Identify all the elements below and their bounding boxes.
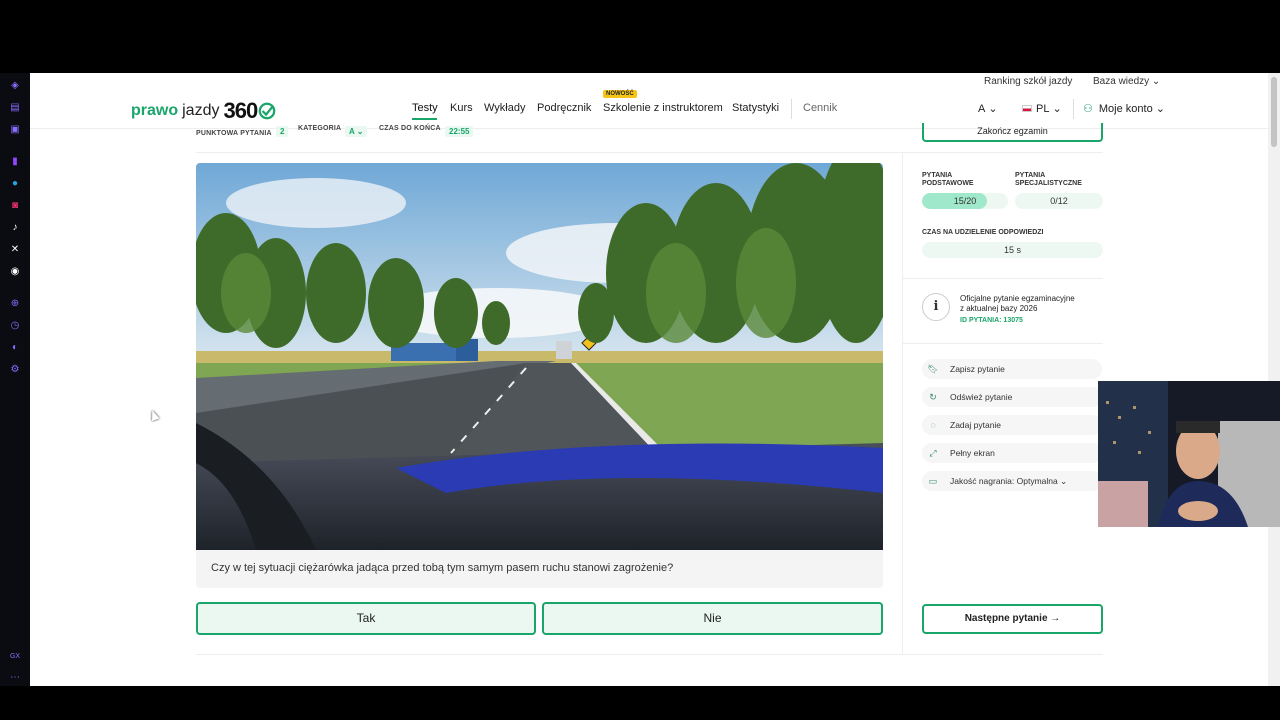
fullscreen-button[interactable]: ⤢ Pełny ekran [922, 443, 1102, 463]
answer-time-value: 15 s [1003, 245, 1021, 255]
bookmark-icon: 🔖︎ [927, 364, 939, 374]
refresh-question-button[interactable]: ↻ Odśwież pytanie [922, 387, 1102, 407]
action-label: Odśwież pytanie [950, 392, 1013, 402]
arrow-right-icon: → [1050, 613, 1061, 624]
next-question-button[interactable]: Następne pytanie → [922, 604, 1103, 634]
browser-sidebar: ◈ ▤ ▣ ▮ ● ◙ ♪ ✕ ◉ ⊕ ◷ ◐ ⚙ GX ⋯ [0, 73, 30, 686]
chat-icon: ◌ [930, 420, 936, 430]
ask-question-button[interactable]: ◌ Zadaj pytanie [922, 415, 1102, 435]
scrollbar[interactable] [1268, 73, 1280, 686]
nav-wyklady[interactable]: Wykłady [484, 102, 525, 114]
question-id: ID PYTANIA: 13075 [960, 317, 1023, 324]
nav-szkolenie[interactable]: Szkolenie z instruktorem [603, 102, 723, 114]
bottom-divider [196, 654, 1103, 655]
poland-flag-icon [1022, 105, 1032, 112]
chevron-down-icon: ⌄ [988, 103, 998, 115]
quality-select[interactable]: ▭ Jakość nagrania: Optymalna ⌄ [922, 471, 1102, 491]
info-line-2: z aktualnej bazy 2026 [960, 304, 1038, 313]
account-menu[interactable]: ⚇ Moje konto ⌄ [1083, 102, 1165, 116]
answer-no-button[interactable]: Nie [542, 602, 883, 635]
notes-icon[interactable]: ▤ [8, 100, 22, 114]
end-exam-button[interactable]: Zakończ egzamin [922, 123, 1103, 142]
basic-questions-label: PYTANIA PODSTAWOWE [922, 172, 974, 187]
info-text: Oficjalne pytanie egzaminacyjne z aktual… [960, 294, 1075, 314]
more-icon[interactable]: ⋯ [8, 670, 22, 684]
ranking-link[interactable]: Ranking szkół jazdy [984, 76, 1072, 87]
discord-icon[interactable]: ◉ [8, 264, 22, 278]
question-video[interactable] [196, 163, 883, 550]
knowledge-base-link[interactable]: Baza wiedzy ⌄ [1093, 76, 1160, 87]
add-icon[interactable]: ⊕ [8, 296, 22, 310]
action-label: Zadaj pytanie [950, 420, 1002, 430]
nav-podrecznik[interactable]: Podręcznik [537, 102, 591, 114]
logo[interactable]: prawo jazdy 360 [131, 98, 276, 124]
action-label: Jakość nagrania: Optymalna [950, 476, 1058, 486]
category-select[interactable]: A ⌄ [978, 102, 998, 116]
points-label: PUNKTOWA PYTANIA [196, 130, 272, 137]
special-questions-label: PYTANIA SPECJALISTYCZNE [1015, 172, 1082, 187]
nav-separator [791, 99, 792, 119]
chevron-down-icon: ⌄ [1052, 103, 1062, 115]
chevron-down-icon: ⌄ [1155, 103, 1165, 115]
scrollbar-thumb[interactable] [1271, 77, 1277, 147]
answer-time-pill: 15 s [922, 242, 1103, 258]
video-quality-icon: ▭ [928, 476, 938, 486]
x-icon[interactable]: ✕ [8, 242, 22, 256]
meta-divider [196, 152, 1103, 153]
webcam-overlay [1098, 381, 1280, 527]
history-icon[interactable]: ◷ [8, 318, 22, 332]
extensions-icon[interactable]: ◐ [8, 340, 22, 354]
refresh-icon: ↻ [929, 392, 937, 402]
panel-separator [903, 343, 1103, 344]
streamer-webcam-image [1098, 381, 1280, 527]
language-select[interactable]: PL ⌄ [1022, 102, 1062, 115]
basic-progress-pill: 15/20 [922, 193, 1008, 209]
road-scene-image [196, 163, 883, 550]
points-value: 2 [276, 126, 289, 137]
answer-yes-button[interactable]: Tak [196, 602, 536, 635]
answer-time-label: CZAS NA UDZIELENIE ODPOWIEDZI [922, 229, 1044, 236]
info-line-1: Oficjalne pytanie egzaminacyjne [960, 294, 1075, 303]
workspace-icon[interactable]: ◈ [8, 78, 22, 92]
twitch-icon[interactable]: ▮ [8, 154, 22, 168]
messenger-icon[interactable]: ▣ [8, 122, 22, 136]
save-question-button[interactable]: 🔖︎ Zapisz pytanie [922, 359, 1102, 379]
page: Ranking szkół jazdy Baza wiedzy ⌄ prawo … [30, 73, 1268, 686]
category-value: A ⌄ [345, 126, 368, 137]
question-box: Czy w tej sytuacji ciężarówka jadąca prz… [196, 550, 883, 588]
special-progress-pill: 0/12 [1015, 193, 1103, 209]
nav-statystyki[interactable]: Statystyki [732, 102, 779, 114]
special-progress-value: 0/12 [1050, 196, 1068, 206]
time-label: CZAS DO KOŃCA [379, 125, 441, 132]
panel-separator [903, 278, 1103, 279]
logo-text-prawo: prawo [131, 102, 179, 119]
instagram-icon[interactable]: ◙ [8, 198, 22, 212]
expand-icon: ⤢ [929, 448, 937, 458]
nav-testy[interactable]: Testy [412, 102, 438, 114]
nav-cennik[interactable]: Cennik [803, 102, 837, 114]
gx-label: GX [9, 652, 21, 660]
logo-text-360: 360 [223, 98, 258, 123]
action-label: Zapisz pytanie [950, 364, 1005, 374]
nav-active-indicator [412, 118, 437, 120]
tiktok-icon[interactable]: ♪ [8, 220, 22, 234]
user-icon: ⚇ [1083, 103, 1093, 115]
new-badge: NOWOŚĆ [603, 90, 637, 98]
panel-divider [902, 153, 903, 655]
check-logo-icon [258, 102, 276, 120]
basic-progress-value: 15/20 [953, 196, 977, 206]
nav-kurs[interactable]: Kurs [450, 102, 473, 114]
time-value: 22:55 [445, 126, 474, 137]
logo-text-jazdy: jazdy [182, 102, 220, 119]
chevron-down-icon: ⌄ [1151, 76, 1161, 87]
category-label: KATEGORIA [298, 125, 342, 132]
telegram-icon[interactable]: ● [8, 176, 22, 190]
settings-icon[interactable]: ⚙ [8, 362, 22, 376]
info-icon: i [922, 293, 950, 321]
question-text: Czy w tej sytuacji ciężarówka jadąca prz… [211, 562, 674, 574]
screen: ◈ ▤ ▣ ▮ ● ◙ ♪ ✕ ◉ ⊕ ◷ ◐ ⚙ GX ⋯ Ranking s… [0, 0, 1280, 720]
action-label: Pełny ekran [950, 448, 995, 458]
header-divider [1073, 99, 1074, 119]
